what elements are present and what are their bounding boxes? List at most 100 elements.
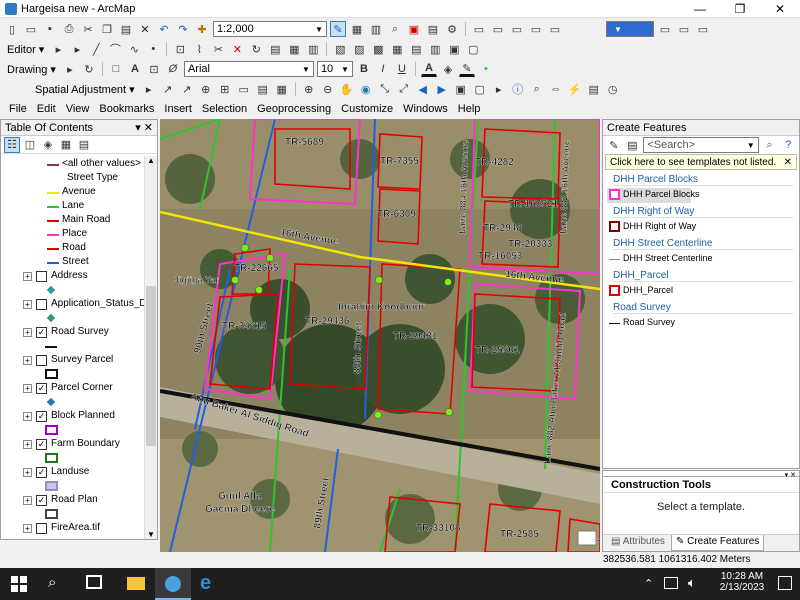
expand-icon[interactable]: +: [23, 440, 32, 449]
search-window-icon[interactable]: ⌕: [387, 21, 403, 37]
menu-view[interactable]: View: [61, 103, 95, 115]
toc-item[interactable]: + Address: [1, 270, 145, 284]
back-icon[interactable]: ◀: [415, 81, 431, 97]
georef-g-icon[interactable]: ▣: [446, 41, 462, 57]
multi-link-icon[interactable]: ⊕: [198, 81, 214, 97]
layer-name[interactable]: FireArea.tif: [51, 522, 100, 533]
search-icon[interactable]: ⌕: [48, 574, 56, 591]
edit-vertices-draw-icon[interactable]: ⊡: [146, 61, 162, 77]
toc-item[interactable]: + ✓ Block Planned: [1, 410, 145, 424]
volume-icon[interactable]: 🔈︎: [688, 575, 696, 591]
python-icon[interactable]: ▤: [425, 21, 441, 37]
identify-icon[interactable]: ⓘ: [510, 81, 526, 97]
menu-bookmarks[interactable]: Bookmarks: [94, 103, 159, 115]
edit-annotation-icon[interactable]: ▸: [69, 41, 85, 57]
georef-b-icon[interactable]: ▨: [351, 41, 367, 57]
file-explorer-icon[interactable]: [118, 568, 154, 600]
list-by-drawing-order-icon[interactable]: ☷: [4, 136, 20, 153]
layer-name[interactable]: Landuse: [51, 466, 89, 477]
modify-link-icon[interactable]: ↗: [179, 81, 195, 97]
template-item[interactable]: DHH Right of Way: [607, 220, 787, 235]
underline-button[interactable]: U: [394, 61, 410, 77]
toc-item[interactable]: + Application_Status_DH: [1, 298, 145, 312]
fixed-zoom-out-icon[interactable]: ⤢: [396, 81, 412, 97]
expand-icon[interactable]: +: [23, 468, 32, 477]
cut-polygons-icon[interactable]: ✂: [210, 41, 226, 57]
layer-visibility-checkbox[interactable]: ✓: [36, 327, 47, 338]
menu-selection[interactable]: Selection: [197, 103, 252, 115]
layer-visibility-checkbox[interactable]: ✓: [36, 495, 47, 506]
tool-d-icon[interactable]: ▭: [528, 21, 544, 37]
edit-tool-icon[interactable]: ▸: [50, 41, 66, 57]
template-view-icon[interactable]: ▤: [625, 137, 641, 153]
measure-icon[interactable]: ⇔: [548, 81, 564, 97]
menu-windows[interactable]: Windows: [398, 103, 453, 115]
layer-visibility-checkbox[interactable]: [36, 355, 47, 366]
paste-icon[interactable]: ▤: [118, 21, 134, 37]
layer-name[interactable]: Survey Parcel: [51, 354, 113, 365]
tool-h-icon[interactable]: ▭: [695, 21, 711, 37]
sketch-properties-icon[interactable]: ▦: [286, 41, 302, 57]
menu-file[interactable]: File: [4, 103, 32, 115]
identity-link-icon[interactable]: ⊞: [217, 81, 233, 97]
font-color-icon[interactable]: A: [420, 61, 437, 77]
catalog-icon[interactable]: ▥: [368, 21, 384, 37]
toc-options-icon[interactable]: ▤: [76, 137, 92, 153]
layer-name[interactable]: Address: [51, 270, 88, 281]
tool-g-icon[interactable]: ▭: [676, 21, 692, 37]
layer-visibility-checkbox[interactable]: ✓: [36, 467, 47, 478]
straight-segment-icon[interactable]: ╱: [88, 41, 104, 57]
tray-chevron-icon[interactable]: ⌃: [644, 577, 653, 590]
layer-name[interactable]: Road Plan: [51, 494, 98, 505]
magnifier-icon[interactable]: [577, 530, 597, 546]
menu-insert[interactable]: Insert: [159, 103, 197, 115]
select-elements-icon[interactable]: ▸: [141, 81, 157, 97]
menu-edit[interactable]: Edit: [32, 103, 61, 115]
layer-visibility-checkbox[interactable]: [36, 523, 47, 534]
georef-a-icon[interactable]: ▧: [332, 41, 348, 57]
network-icon[interactable]: [664, 577, 678, 589]
templates-notice-bar[interactable]: Click here to see templates not listed. …: [605, 154, 797, 170]
select-elements-icon[interactable]: ▸: [62, 61, 78, 77]
toc-scroll-thumb[interactable]: [146, 286, 156, 446]
layer-visibility-checkbox[interactable]: [36, 299, 47, 310]
select-pointer-icon[interactable]: ▸: [491, 81, 507, 97]
toc-item[interactable]: + Survey Parcel: [1, 354, 145, 368]
toc-item[interactable]: + ✓ Parcel Corner: [1, 382, 145, 396]
layer-visibility-checkbox[interactable]: ✓: [36, 439, 47, 450]
open-icon[interactable]: ▭: [23, 21, 39, 37]
drawing-menu[interactable]: Drawing ▾: [4, 63, 59, 76]
template-item[interactable]: DHH Parcel Blocks: [607, 188, 700, 203]
zoom-out-icon[interactable]: ⊖: [320, 81, 336, 97]
fill-color-icon[interactable]: ◈: [440, 61, 456, 77]
help-icon[interactable]: ?: [780, 137, 796, 153]
attributes-icon[interactable]: ▤: [267, 41, 283, 57]
tool-e-icon[interactable]: ▭: [547, 21, 563, 37]
print-icon[interactable]: ⎙: [61, 21, 77, 37]
text-icon[interactable]: A: [127, 61, 143, 77]
list-by-source-icon[interactable]: ◫: [22, 137, 38, 153]
georef-e-icon[interactable]: ▤: [408, 41, 424, 57]
list-by-visibility-icon[interactable]: ◈: [40, 137, 56, 153]
time-slider-icon[interactable]: ◷: [605, 81, 621, 97]
scroll-up-icon[interactable]: ▲: [147, 156, 155, 165]
layer-visibility-checkbox[interactable]: ✓: [36, 383, 47, 394]
delete-icon[interactable]: ✕: [137, 21, 153, 37]
organize-templates-icon[interactable]: ✎: [606, 137, 622, 153]
expand-icon[interactable]: +: [23, 384, 32, 393]
map-view[interactable]: TR-5689 TR-7355 TR-4282 TR-160521 TR-6309 TR-…: [160, 119, 600, 552]
layer-name[interactable]: Block Planned: [51, 410, 115, 421]
pan-icon[interactable]: ✋: [339, 81, 355, 97]
model-builder-icon[interactable]: ⚙: [444, 21, 460, 37]
expand-icon[interactable]: +: [23, 412, 32, 421]
html-popup-icon[interactable]: ▤: [586, 81, 602, 97]
template-search-input[interactable]: <Search> ▼: [643, 137, 759, 153]
edge-browser-icon[interactable]: e: [200, 572, 211, 595]
arctoolbox-icon[interactable]: ▣: [406, 21, 422, 37]
template-group-header[interactable]: Road Survey: [613, 302, 793, 314]
marker-color-icon[interactable]: •: [478, 61, 494, 77]
georef-h-icon[interactable]: ▢: [465, 41, 481, 57]
tab-create-features[interactable]: ✎ Create Features: [670, 535, 765, 551]
toc-item[interactable]: + FireArea.tif: [1, 522, 145, 536]
toc-item[interactable]: + ✓ Landuse: [1, 466, 145, 480]
